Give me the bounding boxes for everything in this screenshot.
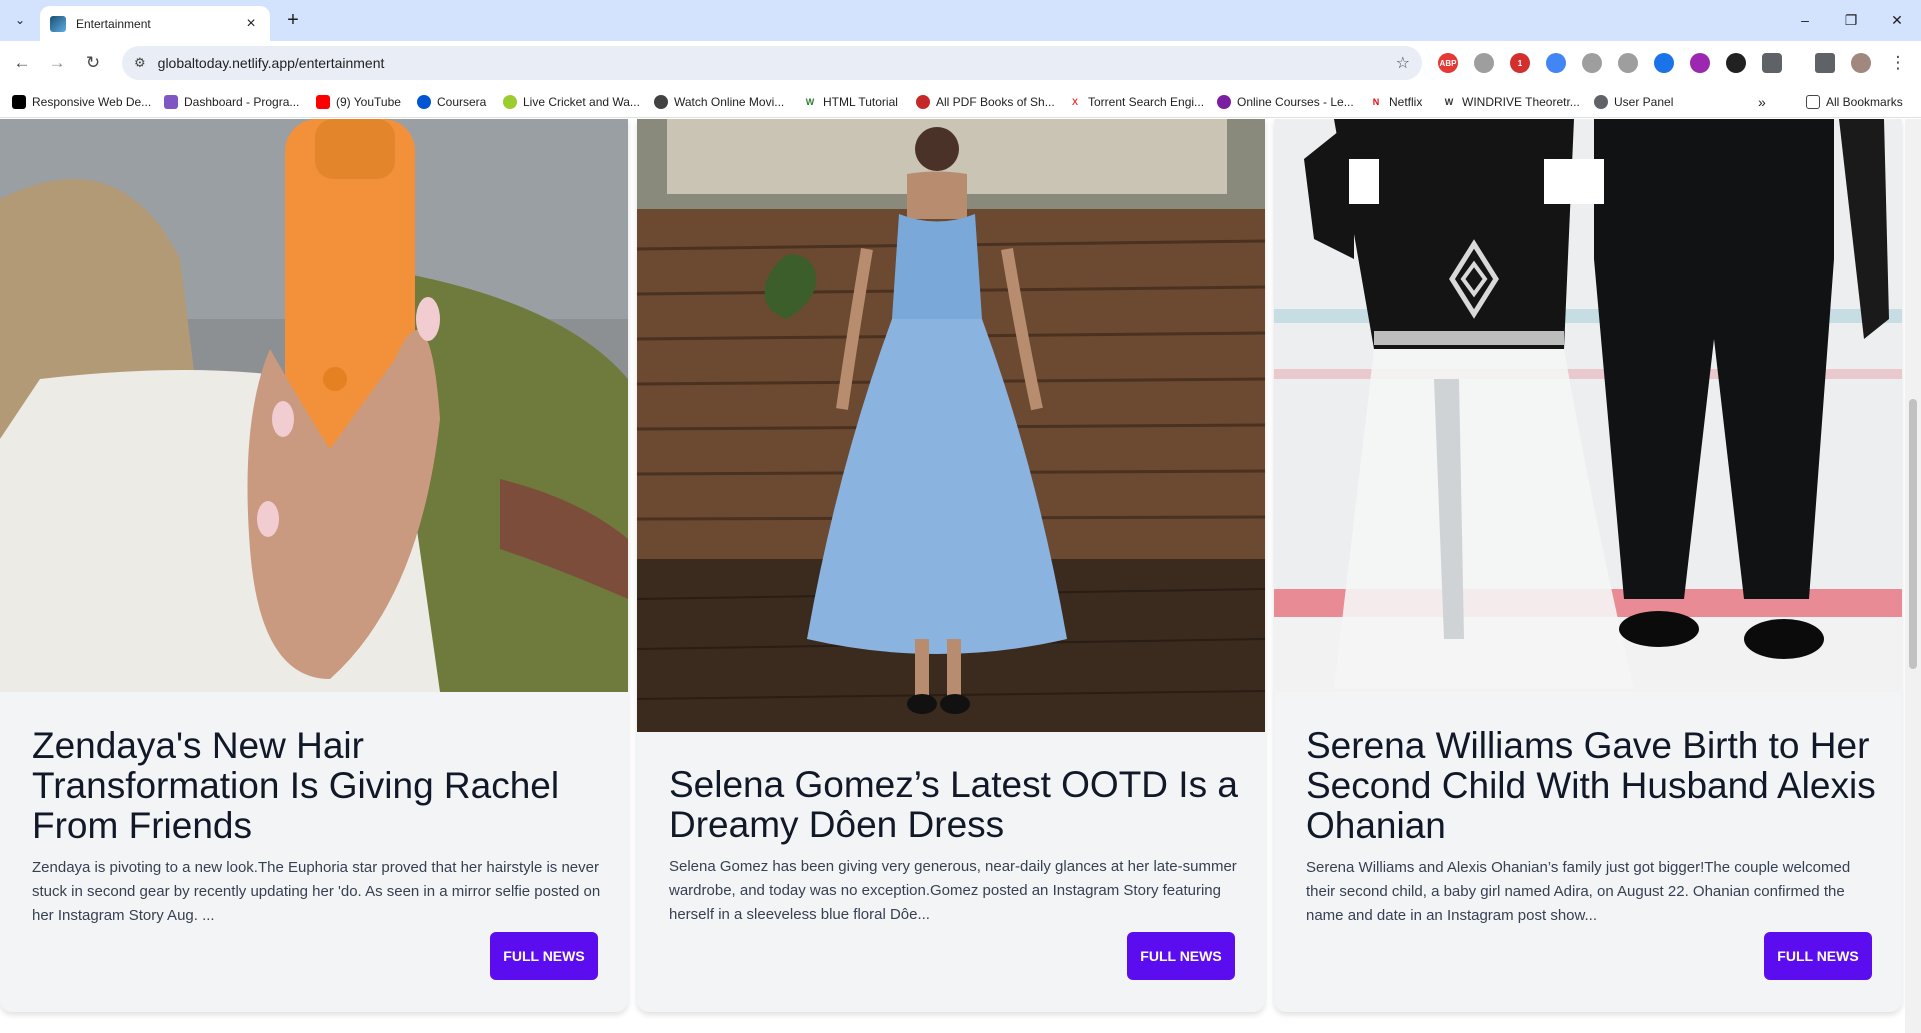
extension-purple-icon[interactable] [1690, 53, 1710, 73]
forward-icon[interactable]: → [45, 51, 69, 75]
globe-extension-icon[interactable] [1582, 53, 1602, 73]
news-image [0, 119, 628, 692]
bookmark-star-icon[interactable]: ☆ [1396, 53, 1410, 73]
news-card-body: Serena Williams Gave Birth to Her Second… [1306, 726, 1876, 928]
bookmark-item[interactable]: (9) YouTube [316, 93, 401, 111]
netflix-icon: N [1369, 95, 1383, 109]
restore-icon[interactable]: ❐ [1839, 8, 1863, 32]
site-info-icon[interactable]: ⚙ [134, 55, 146, 71]
news-excerpt: Zendaya is pivoting to a new look.The Eu… [32, 859, 601, 924]
news-card: Zendaya's New Hair Transformation Is Giv… [0, 119, 628, 1012]
url-text: globaltoday.netlify.app/entertainment [157, 55, 385, 71]
bookmark-item[interactable]: Watch Online Movi... [654, 93, 784, 111]
translate-extension-icon[interactable] [1546, 53, 1566, 73]
news-title[interactable]: Zendaya's New Hair Transformation Is Giv… [32, 726, 602, 846]
bookmark-item[interactable]: W WINDRIVE Theoretr... [1442, 93, 1580, 111]
all-bookmarks-button[interactable]: All Bookmarks [1806, 93, 1903, 111]
address-bar[interactable]: ⚙ globaltoday.netlify.app/entertainment … [122, 46, 1422, 80]
bookmark-item[interactable]: Responsive Web De... [12, 93, 151, 111]
site-favicon-icon [50, 15, 66, 32]
news-excerpt: Selena Gomez has been giving very genero… [669, 858, 1237, 923]
news-image [637, 119, 1265, 732]
news-image [1274, 119, 1902, 692]
menu-kebab-icon[interactable]: ⋮ [1886, 51, 1910, 75]
youtube-icon [316, 95, 330, 109]
reload-icon[interactable]: ↻ [81, 51, 105, 75]
tab-strip: ⌄ Entertainment × + – ❐ ✕ [0, 0, 1921, 41]
bookmark-favicon-icon [503, 95, 517, 109]
new-tab-icon[interactable]: + [281, 8, 305, 32]
bookmark-favicon-icon [12, 95, 26, 109]
news-card: Selena Gomez’s Latest OOTD Is a Dreamy D… [637, 119, 1265, 1012]
bookmark-item[interactable]: Live Cricket and Wa... [503, 93, 640, 111]
extension-dark-icon[interactable] [1726, 53, 1746, 73]
bookmarks-bar: Responsive Web De... Dashboard - Progra.… [0, 85, 1921, 118]
extensions-puzzle-icon[interactable] [1762, 53, 1782, 73]
folder-icon [1806, 95, 1820, 109]
coursera-icon [417, 95, 431, 109]
bookmark-favicon-icon: X [1068, 95, 1082, 109]
bookmark-favicon-icon [654, 95, 668, 109]
minimize-icon[interactable]: – [1793, 8, 1817, 32]
full-news-button[interactable]: FULL NEWS [1764, 932, 1872, 980]
close-icon[interactable]: × [242, 15, 260, 33]
page-viewport: Zendaya's New Hair Transformation Is Giv… [0, 119, 1905, 1033]
news-card: Serena Williams Gave Birth to Her Second… [1274, 119, 1902, 1012]
full-news-button[interactable]: FULL NEWS [490, 932, 598, 980]
w3-icon: W [803, 95, 817, 109]
bookmark-item[interactable]: All PDF Books of Sh... [916, 93, 1055, 111]
bookmark-item[interactable]: Online Courses - Le... [1217, 93, 1354, 111]
bookmark-item[interactable]: Coursera [417, 93, 486, 111]
bookmarks-overflow-icon[interactable]: » [1758, 93, 1766, 111]
bookmark-item[interactable]: X Torrent Search Engi... [1068, 93, 1204, 111]
page-scrollbar[interactable] [1905, 119, 1921, 1033]
bookmark-favicon-icon: W [1442, 95, 1456, 109]
tab-title: Entertainment [76, 16, 151, 31]
news-excerpt: Serena Williams and Alexis Ohanian’s fam… [1306, 859, 1851, 924]
globe-icon [1594, 95, 1608, 109]
bookmark-favicon-icon [164, 95, 178, 109]
extension-bug-icon[interactable] [1474, 53, 1494, 73]
extension-badge-count: 1 [1517, 58, 1523, 68]
back-icon[interactable]: ← [10, 51, 34, 75]
bookmark-item[interactable]: Dashboard - Progra... [164, 93, 299, 111]
tab-entertainment[interactable]: Entertainment × [40, 6, 270, 41]
bookmark-favicon-icon [1217, 95, 1231, 109]
extension-translate-alt-icon[interactable] [1654, 53, 1674, 73]
extension-ladybug-icon[interactable] [1618, 53, 1638, 73]
full-news-button[interactable]: FULL NEWS [1127, 932, 1235, 980]
tab-search-icon[interactable]: ⌄ [8, 8, 32, 32]
bookmark-favicon-icon [916, 95, 930, 109]
browser-toolbar: ← → ↻ ⚙ globaltoday.netlify.app/entertai… [0, 41, 1921, 85]
profile-avatar[interactable] [1851, 53, 1871, 73]
adblock-extension-icon[interactable]: ABP [1438, 53, 1458, 73]
bookmark-item[interactable]: W HTML Tutorial [803, 93, 898, 111]
side-panel-icon[interactable] [1815, 53, 1835, 73]
scrollbar-thumb[interactable] [1909, 399, 1917, 669]
news-card-body: Selena Gomez’s Latest OOTD Is a Dreamy D… [669, 765, 1239, 927]
bookmark-item[interactable]: N Netflix [1369, 93, 1422, 111]
news-title[interactable]: Serena Williams Gave Birth to Her Second… [1306, 726, 1876, 846]
window-close-icon[interactable]: ✕ [1885, 8, 1909, 32]
bookmark-item[interactable]: User Panel [1594, 93, 1673, 111]
news-card-body: Zendaya's New Hair Transformation Is Giv… [32, 726, 602, 928]
extension-badge-icon[interactable]: 1 [1510, 53, 1530, 73]
news-title[interactable]: Selena Gomez’s Latest OOTD Is a Dreamy D… [669, 765, 1239, 845]
